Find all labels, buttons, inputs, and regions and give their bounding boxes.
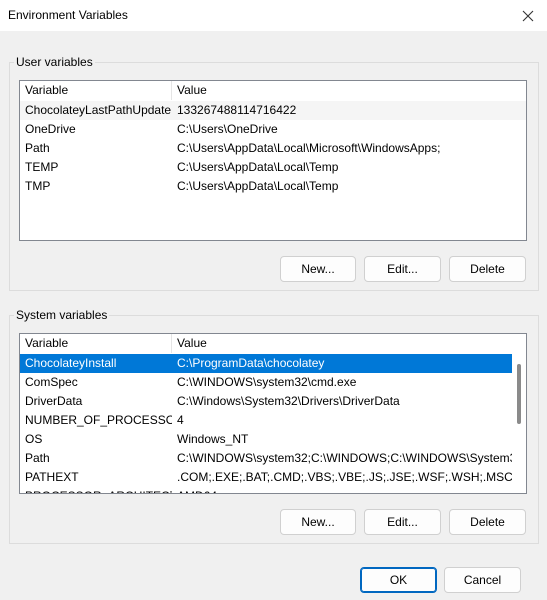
variable-value-cell: C:\Users\OneDrive <box>177 122 278 136</box>
table-row[interactable]: NUMBER_OF_PROCESSORS 4 <box>20 411 512 430</box>
user-delete-button[interactable]: Delete <box>449 256 526 282</box>
column-header-value[interactable]: Value <box>172 81 526 100</box>
variable-value-cell: C:\Users\AppData\Local\Temp <box>177 160 339 174</box>
variable-value-cell: C:\Windows\System32\Drivers\DriverData <box>177 394 400 408</box>
title-bar: Environment Variables <box>0 0 547 31</box>
variable-value-cell: C:\Users\AppData\Local\Microsoft\Windows… <box>177 141 441 155</box>
table-row[interactable]: PATHEXT .COM;.EXE;.BAT;.CMD;.VBS;.VBE;.JS… <box>20 468 512 487</box>
ok-button[interactable]: OK <box>360 567 437 593</box>
table-row[interactable]: TMP C:\Users\AppData\Local\Temp <box>20 177 526 196</box>
variable-name-cell: ChocolateyLastPathUpdate <box>25 103 172 117</box>
variable-value-cell: C:\WINDOWS\system32;C:\WINDOWS;C:\WINDOW… <box>177 451 512 465</box>
table-row[interactable]: PROCESSOR_ARCHITECTU...AMD64 <box>20 487 512 493</box>
system-delete-button[interactable]: Delete <box>449 509 526 535</box>
user-new-button[interactable]: New... <box>280 256 356 282</box>
column-header-variable[interactable]: Variable <box>20 81 172 100</box>
table-row[interactable]: Path C:\WINDOWS\system32;C:\WINDOWS;C:\WI… <box>20 449 512 468</box>
variable-name-cell: DriverData <box>25 394 83 408</box>
variable-value-cell: C:\ProgramData\chocolatey <box>177 356 325 370</box>
system-variables-label: System variables <box>14 308 110 322</box>
variable-name-cell: OneDrive <box>25 122 76 136</box>
variable-name-cell: PROCESSOR_ARCHITECTU... <box>20 487 172 493</box>
variable-name-cell: ChocolateyInstall <box>25 356 117 370</box>
user-variables-label: User variables <box>14 55 95 69</box>
list-header: Variable Value <box>20 81 526 100</box>
variable-value-cell: AMD64 <box>172 487 512 493</box>
close-button[interactable] <box>509 0 547 31</box>
table-row[interactable]: OS Windows_NT <box>20 430 512 449</box>
table-row[interactable]: Path C:\Users\AppData\Local\Microsoft\Win… <box>20 139 526 158</box>
variable-name-cell: ComSpec <box>25 375 78 389</box>
table-row[interactable]: ChocolateyInstall C:\ProgramData\chocolat… <box>20 354 512 373</box>
close-icon <box>522 10 534 21</box>
scrollbar-thumb[interactable] <box>517 364 521 424</box>
variable-name-cell: TMP <box>25 179 51 193</box>
variable-name-cell: Path <box>25 451 50 465</box>
variable-name-cell: PATHEXT <box>25 470 79 484</box>
table-row[interactable]: DriverData C:\Windows\System32\Drivers\Dr… <box>20 392 512 411</box>
system-new-button[interactable]: New... <box>280 509 356 535</box>
variable-name-cell: TEMP <box>25 160 59 174</box>
list-header: Variable Value <box>20 334 526 353</box>
variable-name-cell: Path <box>25 141 50 155</box>
table-row[interactable]: ComSpec C:\WINDOWS\system32\cmd.exe <box>20 373 512 392</box>
variable-value-cell: 133267488114716422 <box>177 103 297 117</box>
variable-value-cell: .COM;.EXE;.BAT;.CMD;.VBS;.VBE;.JS;.JSE;.… <box>177 470 512 484</box>
user-edit-button[interactable]: Edit... <box>364 256 441 282</box>
table-row[interactable]: TEMP C:\Users\AppData\Local\Temp <box>20 158 526 177</box>
table-row[interactable]: OneDrive C:\Users\OneDrive <box>20 120 526 139</box>
variable-value-cell: C:\WINDOWS\system32\cmd.exe <box>177 375 357 389</box>
cancel-button[interactable]: Cancel <box>444 567 521 593</box>
variable-name-cell: OS <box>25 432 43 446</box>
variable-value-cell: C:\Users\AppData\Local\Temp <box>177 179 339 193</box>
table-row[interactable]: ChocolateyLastPathUpdate 1332674881147164… <box>20 101 526 120</box>
user-variables-list[interactable]: Variable Value ChocolateyLastPathUpdate 1… <box>19 80 527 241</box>
user-variables-rows: ChocolateyLastPathUpdate 1332674881147164… <box>20 101 526 240</box>
vertical-scrollbar[interactable] <box>512 354 526 493</box>
window-title: Environment Variables <box>8 8 128 22</box>
column-header-variable[interactable]: Variable <box>20 334 172 353</box>
system-variables-rows: ChocolateyInstall C:\ProgramData\chocolat… <box>20 354 512 493</box>
variable-value-cell: Windows_NT <box>177 432 249 446</box>
variable-name-cell: NUMBER_OF_PROCESSORS <box>25 413 172 427</box>
system-variables-list[interactable]: Variable Value ChocolateyInstall C:\Progr… <box>19 333 527 494</box>
column-header-value[interactable]: Value <box>172 334 526 353</box>
system-edit-button[interactable]: Edit... <box>364 509 441 535</box>
variable-value-cell: 4 <box>177 413 184 427</box>
